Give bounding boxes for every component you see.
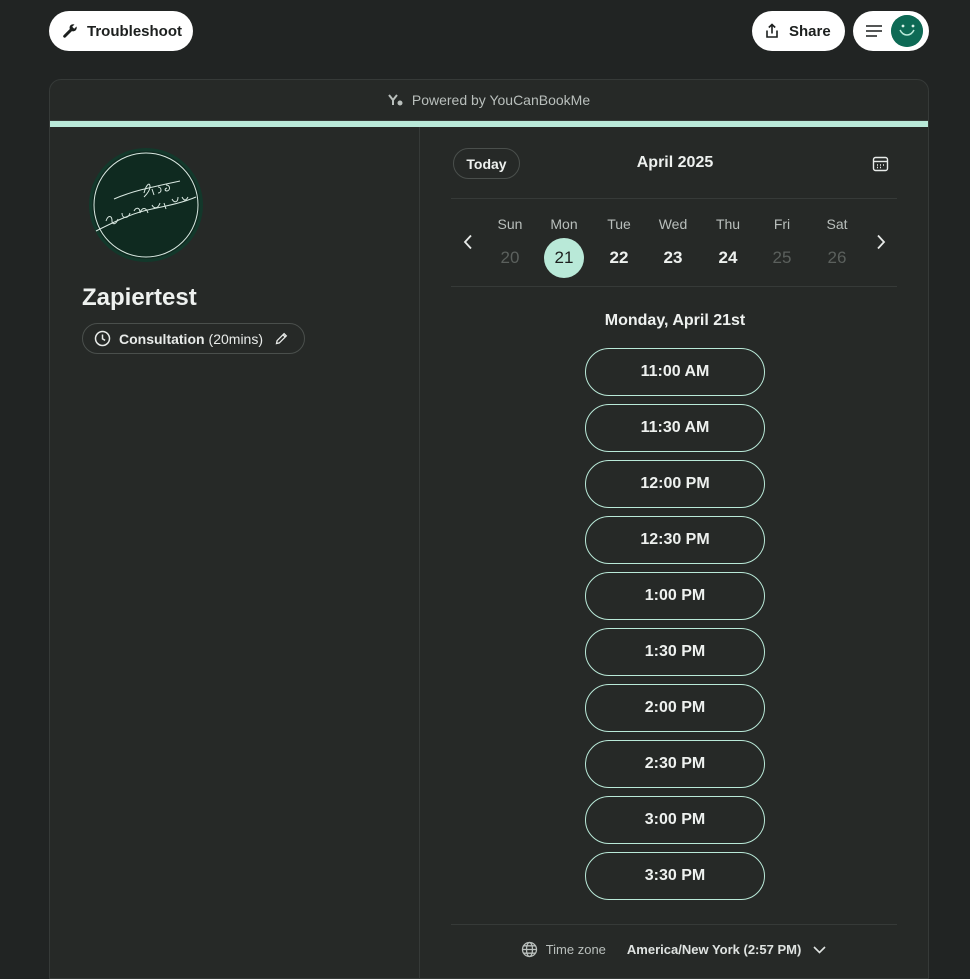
- event-duration: (20mins): [208, 330, 264, 347]
- time-slot-button[interactable]: 3:30 PM: [585, 852, 765, 900]
- globe-icon: [521, 941, 539, 959]
- profile-name: Zapiertest: [82, 284, 197, 311]
- day-sat: Sat 26: [810, 199, 864, 288]
- scheduler-pane: Today April 2025 Sun 20 Mon 21 Tue 22 Wed 23 Thu…: [420, 127, 928, 978]
- time-slot-button[interactable]: 12:00 PM: [585, 460, 765, 508]
- event-type-chip[interactable]: Consultation (20mins): [82, 323, 305, 354]
- share-button[interactable]: Share: [752, 11, 845, 51]
- time-slot-button[interactable]: 3:00 PM: [585, 796, 765, 844]
- day-of-week-label: Tue: [607, 216, 631, 232]
- day-number: 26: [827, 248, 847, 267]
- time-slot-button[interactable]: 1:00 PM: [585, 572, 765, 620]
- share-label: Share: [789, 22, 831, 40]
- day-of-week-label: Wed: [658, 216, 688, 232]
- week-strip: Sun 20 Mon 21 Tue 22 Wed 23 Thu 24 Fri 25 Sat 26: [451, 198, 897, 287]
- day-number[interactable]: 23: [653, 238, 693, 278]
- day-sun: Sun 20: [483, 199, 537, 288]
- share-icon: [764, 22, 782, 40]
- day-of-week-label: Sun: [497, 216, 523, 232]
- time-slot-button[interactable]: 1:30 PM: [585, 628, 765, 676]
- time-slot-button[interactable]: 2:00 PM: [585, 684, 765, 732]
- day-wed[interactable]: Wed 23: [646, 199, 700, 288]
- account-menu-button[interactable]: [853, 11, 929, 51]
- booking-card: Powered by YouCanBookMe Zapiertest Consu…: [49, 79, 929, 979]
- next-week-button[interactable]: [871, 232, 891, 252]
- event-title: Consultation: [119, 330, 205, 347]
- profile-logo: [89, 148, 203, 262]
- chevron-down-icon: [813, 943, 827, 957]
- troubleshoot-button[interactable]: Troubleshoot: [49, 11, 193, 51]
- day-thu[interactable]: Thu 24: [701, 199, 755, 288]
- top-bar: Troubleshoot Share: [0, 0, 970, 62]
- time-slot-list: 11:00 AM 11:30 AM 12:00 PM 12:30 PM 1:00 PM 1…: [585, 348, 765, 908]
- timezone-label: Time zone: [545, 942, 606, 957]
- selected-date-heading: Monday, April 21st: [604, 312, 746, 329]
- time-slot-button[interactable]: 11:30 AM: [585, 404, 765, 452]
- powered-by-text: Powered by YouCanBookMe: [411, 92, 591, 108]
- day-of-week-label: Mon: [550, 216, 578, 232]
- troubleshoot-label: Troubleshoot: [87, 22, 182, 40]
- time-slot-button[interactable]: 2:30 PM: [585, 740, 765, 788]
- avatar: [891, 15, 923, 47]
- day-of-week-label: Fri: [773, 216, 791, 232]
- day-tue[interactable]: Tue 22: [592, 199, 646, 288]
- powered-by-banner[interactable]: Powered by YouCanBookMe: [50, 80, 928, 121]
- month-label: April 2025: [636, 154, 714, 171]
- previous-week-button[interactable]: [458, 232, 478, 252]
- time-slot-button[interactable]: 12:30 PM: [585, 516, 765, 564]
- clock-icon: [94, 330, 112, 348]
- day-number[interactable]: 24: [708, 238, 748, 278]
- day-number[interactable]: 22: [599, 238, 639, 278]
- chevron-right-icon: [877, 234, 886, 250]
- timezone-value: America/New York (2:57 PM): [626, 942, 802, 957]
- timezone-selector[interactable]: Time zone America/New York (2:57 PM): [451, 924, 897, 974]
- hamburger-menu-icon: [865, 22, 883, 40]
- pencil-icon[interactable]: [275, 332, 289, 346]
- calendar-icon[interactable]: [872, 155, 890, 173]
- day-mon[interactable]: Mon 21: [537, 199, 591, 288]
- chevron-left-icon: [463, 234, 472, 250]
- wrench-icon: [62, 22, 80, 40]
- day-number: 25: [772, 248, 792, 267]
- day-number[interactable]: 21: [544, 238, 584, 278]
- day-fri: Fri 25: [755, 199, 809, 288]
- time-slot-button[interactable]: 11:00 AM: [585, 348, 765, 396]
- day-of-week-label: Thu: [715, 216, 741, 232]
- day-of-week-label: Sat: [826, 216, 848, 232]
- youcanbookme-logo-icon: [388, 92, 404, 108]
- day-number: 20: [500, 248, 520, 267]
- profile-pane: Zapiertest Consultation (20mins): [50, 127, 420, 978]
